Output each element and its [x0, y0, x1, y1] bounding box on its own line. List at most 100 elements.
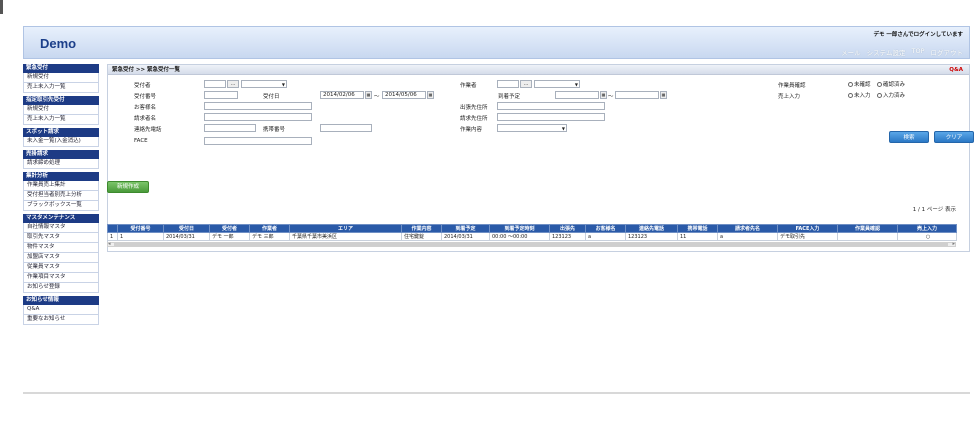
column-header[interactable]: 到着予定: [441, 224, 490, 233]
label-work-confirm: 作業員確認: [778, 83, 806, 89]
receptionist-code-input[interactable]: [204, 80, 226, 88]
sidebar-item-company-master[interactable]: 自社情報マスタ: [23, 223, 99, 233]
column-header[interactable]: 連絡先電話: [625, 224, 678, 233]
nav-mail[interactable]: メール: [841, 47, 861, 57]
arrival-to-input[interactable]: [615, 91, 659, 99]
column-header[interactable]: 出張先: [549, 224, 586, 233]
sidebar-item-employee-master[interactable]: 従業員マスタ: [23, 263, 99, 273]
face-input[interactable]: [204, 137, 312, 145]
app-logo: Demo: [40, 36, 77, 51]
sidebar-item-property-master[interactable]: 物件マスタ: [23, 243, 99, 253]
search-button[interactable]: 検索: [889, 131, 929, 143]
sidebar-item-staff-analysis[interactable]: 受付担当者別売上分析: [23, 191, 99, 201]
sidebar-item-billing-close[interactable]: 請求締め処理: [23, 159, 99, 169]
sidebar-heading: 指定取引先受付: [23, 96, 99, 105]
column-header[interactable]: 請求者先名: [717, 224, 778, 233]
breadcrumb: 緊急受付 >> 緊急受付一覧 Q&A: [108, 65, 969, 75]
column-header[interactable]: 作業者: [249, 224, 290, 233]
scroll-right-icon[interactable]: ▸: [952, 241, 955, 247]
radio-not-input[interactable]: 未入力: [848, 91, 871, 99]
sidebar-item-qa[interactable]: Q&A: [23, 305, 99, 315]
label-arrival-schedule: 到着予定: [498, 94, 521, 100]
sidebar-item-notice-register[interactable]: お知らせ登録: [23, 283, 99, 293]
billing-address-input[interactable]: [497, 113, 605, 121]
customer-name-input[interactable]: [204, 102, 312, 110]
receptionist-select[interactable]: [241, 80, 287, 88]
contact-phone-input[interactable]: [204, 124, 256, 132]
radio-input-done[interactable]: 入力済み: [877, 91, 905, 99]
radio-circle-icon: [877, 82, 882, 87]
worker-code-input[interactable]: [497, 80, 519, 88]
scroll-left-icon[interactable]: ◂: [108, 241, 111, 247]
radio-confirmed[interactable]: 確認済み: [877, 80, 905, 88]
table-row[interactable]: 1 1 2014/03/31 デモ 一郎 デモ 三郎 千葉県千葉市美浜区 住宅鍵…: [107, 232, 957, 241]
arrival-from-input[interactable]: [555, 91, 599, 99]
qa-link[interactable]: Q&A: [949, 65, 963, 75]
label-mobile-no: 携帯番号: [263, 127, 286, 133]
worker-lookup-button[interactable]: ...: [520, 80, 532, 88]
table-cell: 千葉県千葉市美浜区: [289, 232, 402, 241]
sidebar-item-important-notice[interactable]: 重要なお知らせ: [23, 315, 99, 325]
clear-button[interactable]: クリア: [934, 131, 974, 143]
sidebar-item-blackbox[interactable]: ブラックボックス一覧: [23, 201, 99, 211]
radio-unconfirmed[interactable]: 未確認: [848, 80, 871, 88]
nav-logout[interactable]: ログアウト: [931, 47, 964, 57]
top-nav: メール システム設定 TOP ログアウト: [841, 47, 963, 57]
sidebar-item-worker-sales[interactable]: 作業員売上集計: [23, 181, 99, 191]
table-cell: ○: [897, 232, 957, 241]
worker-select[interactable]: [534, 80, 580, 88]
column-header[interactable]: エリア: [289, 224, 402, 233]
sidebar-item-unpaid-list[interactable]: 未入金一覧(入金消込): [23, 137, 99, 147]
horizontal-scrollbar[interactable]: ◂ ▸: [107, 241, 956, 247]
sidebar-item-sales-uninput[interactable]: 売上未入力一覧: [23, 115, 99, 125]
mobile-no-input[interactable]: [320, 124, 372, 132]
calendar-icon[interactable]: ▦: [660, 91, 667, 99]
column-header[interactable]: 到着予定時刻: [489, 224, 550, 233]
calendar-icon[interactable]: ▦: [427, 91, 434, 99]
column-header[interactable]: 受付日: [163, 224, 210, 233]
arrival-separator: 〜: [608, 94, 614, 100]
calendar-icon[interactable]: ▦: [600, 91, 607, 99]
column-header[interactable]: お客様名: [585, 224, 626, 233]
sidebar-item-new-reception[interactable]: 新規受付: [23, 105, 99, 115]
sidebar-item-member-master[interactable]: 加盟店マスタ: [23, 253, 99, 263]
dispatch-address-input[interactable]: [497, 102, 605, 110]
radio-circle-icon: [848, 82, 853, 87]
calendar-icon[interactable]: ▦: [365, 91, 372, 99]
sidebar-heading: スポット請求: [23, 128, 99, 137]
new-create-button[interactable]: 新規作成: [107, 181, 149, 193]
reception-no-input[interactable]: [204, 91, 238, 99]
receptionist-lookup-button[interactable]: ...: [227, 80, 239, 88]
sidebar-item-sales-uninput[interactable]: 売上未入力一覧: [23, 83, 99, 93]
table-cell: デモ取引先: [777, 232, 838, 241]
sidebar-heading: お知らせ情報: [23, 296, 99, 305]
label-receptionist: 受付者: [134, 83, 151, 89]
sidebar-group-notice: お知らせ情報 Q&A 重要なお知らせ: [23, 296, 99, 325]
nav-system-settings[interactable]: システム設定: [867, 47, 906, 57]
login-status: デモ 一郎さんでログインしています: [873, 32, 963, 38]
sidebar-group-master: マスタメンテナンス 自社情報マスタ 取引先マスタ 物件マスタ 加盟店マスタ 従業…: [23, 214, 99, 293]
sidebar-item-work-item-master[interactable]: 作業項目マスタ: [23, 273, 99, 283]
table-cell: デモ 一郎: [209, 232, 250, 241]
date-from-input[interactable]: 2014/02/06: [320, 91, 364, 99]
table-cell[interactable]: 1: [117, 232, 164, 241]
scrollbar-thumb[interactable]: [114, 243, 948, 246]
billing-name-input[interactable]: [204, 113, 312, 121]
nav-top[interactable]: TOP: [911, 47, 924, 57]
column-header[interactable]: 作業内容: [401, 224, 442, 233]
sidebar-group-emergency: 緊急受付 新規受付 売上未入力一覧: [23, 64, 99, 93]
column-header[interactable]: 作業員確認: [837, 224, 898, 233]
label-worker: 作業者: [460, 83, 477, 89]
column-header[interactable]: 受付者: [209, 224, 250, 233]
date-to-input[interactable]: 2014/05/06: [382, 91, 426, 99]
work-content-select[interactable]: [497, 124, 567, 132]
sidebar-heading: 集計分析: [23, 172, 99, 181]
column-header[interactable]: 受付番号: [117, 224, 164, 233]
page-title: 緊急受付 >> 緊急受付一覧: [112, 67, 181, 73]
label-billing-address: 請求先住所: [460, 116, 488, 122]
column-header[interactable]: FACE入力: [777, 224, 838, 233]
column-header[interactable]: 売上入力: [897, 224, 957, 233]
column-header[interactable]: 携帯電話: [677, 224, 718, 233]
sidebar-item-new-reception[interactable]: 新規受付: [23, 73, 99, 83]
sidebar-item-client-master[interactable]: 取引先マスタ: [23, 233, 99, 243]
